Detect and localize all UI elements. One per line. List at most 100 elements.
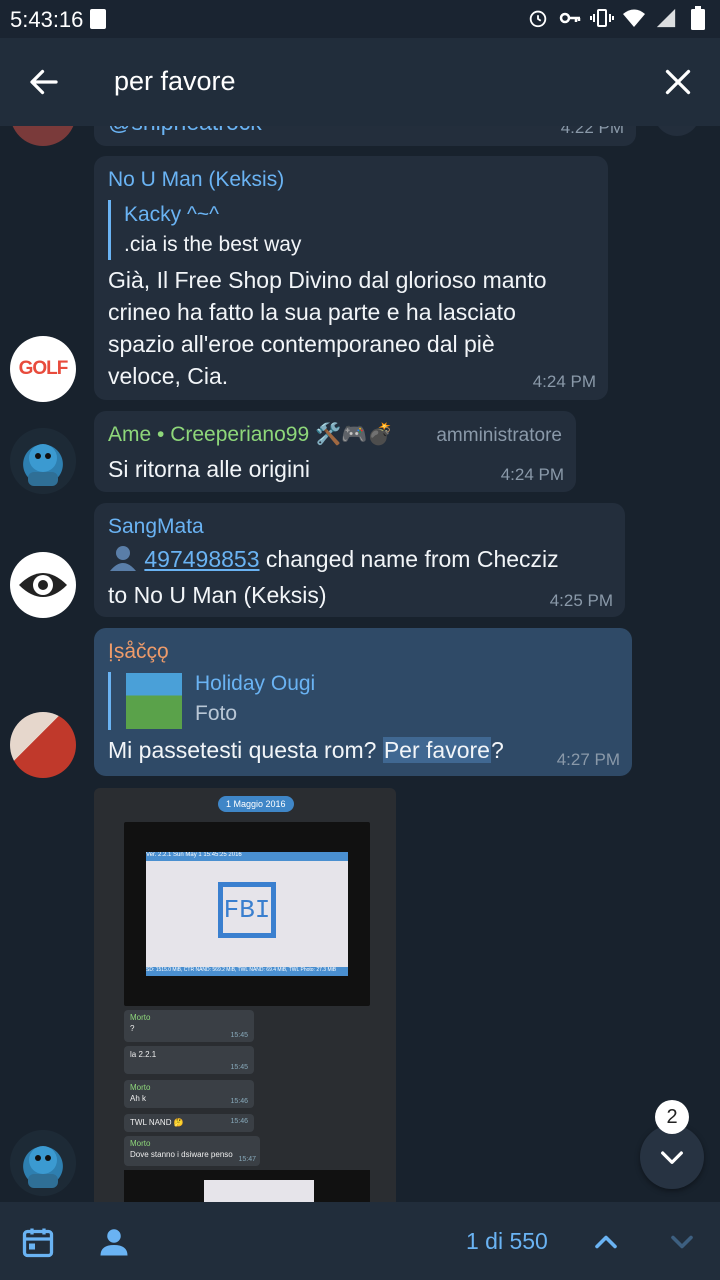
signal-icon — [654, 6, 678, 30]
text-line: 497498853 changed name from Checziz — [108, 543, 618, 579]
search-bottom-bar: 1 di 550 — [0, 1202, 720, 1280]
photo-screen: Ver. 2.2.1 Sun May 1 15:45:25 2016 FBI S… — [124, 822, 370, 1006]
scroll-down-button[interactable] — [640, 1125, 704, 1189]
display-footer: SD: 1515.0 MiB, CTR NAND: 569.2 MiB, TWL… — [146, 967, 348, 976]
text-line: veloce, Cia. — [108, 363, 229, 389]
calendar-button[interactable] — [20, 1224, 56, 1260]
message-text: Già, Il Free Shop Divino dal glorioso ma… — [108, 264, 547, 392]
avatar-partial[interactable] — [10, 126, 76, 146]
avatar-creeperiano[interactable] — [10, 428, 76, 494]
photo-chat-row: Morto ? 15:45 — [124, 1010, 254, 1042]
photo-message[interactable]: 1 Maggio 2016 Ver. 2.2.1 Sun May 1 15:45… — [94, 788, 396, 1202]
message-text: 497498853 changed name from Checziz to N… — [108, 543, 618, 611]
message-partial[interactable]: @shipheatrock 4:22 PM — [94, 126, 636, 146]
photo-chat-text: la 2.2.1 — [130, 1050, 157, 1059]
avatar-figure-icon — [28, 444, 58, 486]
avatar-text: GOLF — [18, 358, 69, 379]
search-app-bar: per favore — [0, 38, 720, 126]
message-bubble[interactable]: SangMata 497498853 changed name from Che… — [94, 503, 625, 617]
photo-chat-time: 15:45 — [230, 1064, 248, 1071]
admin-role-label: amministratore — [436, 425, 562, 446]
arrow-left-icon — [30, 69, 58, 95]
reply-name: Kacky ^~^ — [124, 203, 219, 226]
avatar-isacco[interactable] — [10, 712, 76, 778]
photo-chat-row: Morto Ah k 15:46 — [124, 1080, 254, 1108]
text-part: Mi passetesti questa rom? — [108, 737, 383, 763]
chevron-down-icon — [661, 1151, 683, 1164]
next-result-button[interactable] — [664, 1224, 700, 1260]
fbi-logo: FBI — [218, 882, 276, 938]
search-highlight: Per favore — [382, 737, 491, 763]
user-id-link[interactable]: 497498853 — [144, 546, 259, 572]
reply-quote[interactable]: Kacky ^~^ .cia is the best way — [108, 200, 301, 260]
text-part: ? — [490, 737, 504, 763]
message-bubble[interactable]: Ame • Creeperiano99 🛠️🎮💣 amministratore … — [94, 411, 576, 492]
text-line: to No U Man (Keksis) — [108, 582, 327, 608]
photo-chat-text: ? — [130, 1024, 135, 1033]
message-time: 4:24 PM — [500, 465, 564, 484]
reply-text: .cia is the best way — [124, 233, 302, 256]
battery-icon — [686, 6, 710, 30]
avatar-figure-icon — [28, 1146, 58, 1188]
chat-history[interactable]: @shipheatrock 4:22 PM No U Man (Keksis) … — [0, 126, 720, 1202]
search-input[interactable]: per favore — [114, 66, 236, 97]
status-time: 5:43:16 — [10, 7, 84, 32]
photo-date-pill: 1 Maggio 2016 — [218, 796, 294, 812]
message-time: 4:25 PM — [549, 591, 613, 610]
sender-name[interactable]: SangMata — [108, 515, 204, 539]
message-bubble[interactable]: No U Man (Keksis) Kacky ^~^ .cia is the … — [94, 156, 608, 400]
photo-chat-row: Morto Dove stanno i dsiware penso 15:47 — [124, 1136, 260, 1166]
photo-chat-time: 15:47 — [238, 1156, 256, 1163]
message-text: @shipheatrock — [108, 126, 262, 138]
sender-name[interactable]: Ame • Creeperiano99 🛠️🎮💣 — [108, 423, 393, 447]
sender-name[interactable]: Ịṣåčçǫ — [108, 640, 169, 664]
sender-name[interactable]: No U Man (Keksis) — [108, 168, 284, 192]
text-line: spazio all'eroe contemporaneo dal piè — [108, 331, 495, 357]
photo-chat-time: 15:46 — [230, 1118, 248, 1125]
reply-quote[interactable]: Holiday Ougi Foto — [108, 672, 315, 730]
back-button[interactable] — [26, 64, 62, 100]
chevron-down-icon — [671, 1235, 693, 1249]
search-by-user-button[interactable] — [96, 1224, 132, 1260]
photo-chat-name: Morto — [130, 1083, 151, 1092]
status-icons — [526, 6, 710, 30]
vpn-key-icon — [558, 6, 582, 30]
person-icon — [100, 1229, 128, 1256]
user-icon — [108, 545, 138, 579]
message-bubble-selected[interactable]: Ịṣåčçǫ Holiday Ougi Foto Mi passetesti q… — [94, 628, 632, 776]
eye-icon — [19, 573, 67, 597]
photo-chat-time: 15:46 — [230, 1098, 248, 1105]
photo-chat-name: Morto — [130, 1139, 151, 1148]
message-time: 4:24 PM — [532, 372, 596, 391]
previous-result-button[interactable] — [588, 1224, 624, 1260]
calendar-icon — [22, 1228, 54, 1258]
avatar-golf[interactable]: GOLF — [10, 336, 76, 402]
photo-chat-text: Ah k — [130, 1094, 147, 1103]
status-bar: 5:43:16 — [0, 0, 720, 38]
reply-thumbnail — [126, 673, 182, 729]
unread-badge: 2 — [655, 1100, 689, 1134]
photo-chat-text: Dove stanno i dsiware penso — [130, 1150, 233, 1159]
text-part: changed name from Checziz — [259, 546, 559, 572]
avatar-sangmata[interactable] — [10, 552, 76, 618]
device-display-lower — [204, 1180, 314, 1202]
reply-name: Holiday Ougi — [195, 672, 316, 695]
wifi-icon — [622, 6, 646, 30]
vibrate-icon — [590, 6, 614, 30]
message-time: 4:22 PM — [560, 126, 624, 137]
photo-screen-lower — [124, 1170, 370, 1202]
sd-card-icon — [90, 9, 106, 29]
photo-chat-row: la 2.2.1 15:45 — [124, 1046, 254, 1074]
close-icon — [665, 69, 691, 95]
text-line: Già, Il Free Shop Divino dal glorioso ma… — [108, 267, 547, 293]
partial-circle — [654, 126, 700, 136]
photo-chat-time: 15:45 — [230, 1032, 248, 1039]
chevron-up-icon — [595, 1235, 617, 1249]
avatar-creeperiano[interactable] — [10, 1130, 76, 1196]
message-time: 4:27 PM — [556, 750, 620, 769]
photo-chat-row: TWL NAND 🤔 15:46 — [124, 1114, 254, 1132]
clear-search-button[interactable] — [660, 64, 696, 100]
photo-chat-name: Morto — [130, 1013, 151, 1022]
message-text: Mi passetesti questa rom? Per favore? — [108, 734, 504, 766]
result-counter: 1 di 550 — [466, 1228, 548, 1254]
